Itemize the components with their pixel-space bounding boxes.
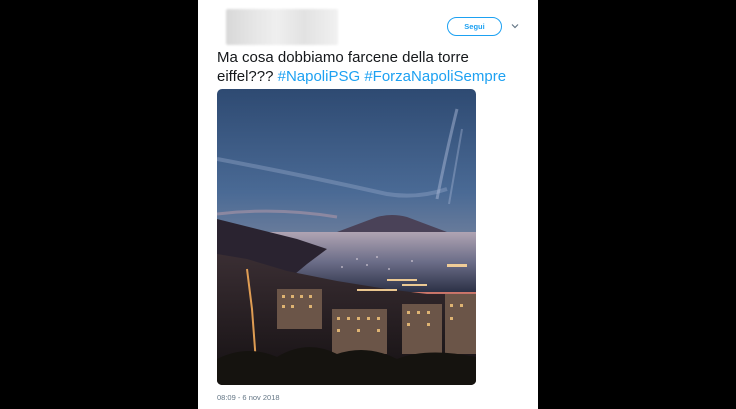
tweet-photo[interactable] [217,89,476,385]
tweet-card: Segui Ma cosa dobbiamo farcene della tor… [198,0,538,409]
follow-button[interactable]: Segui [447,17,502,36]
author-info-blurred[interactable] [226,9,338,45]
hashtag-napolipsg[interactable]: #NapoliPSG [278,68,361,85]
chevron-down-icon[interactable] [511,22,519,30]
naples-bay-photo [217,89,476,385]
tweet-text: Ma cosa dobbiamo farcene della torre eif… [217,48,517,86]
tweet-timestamp[interactable]: 08:09 - 6 nov 2018 [217,393,280,402]
hashtag-forzanapolisempre[interactable]: #ForzaNapoliSempre [364,68,506,85]
